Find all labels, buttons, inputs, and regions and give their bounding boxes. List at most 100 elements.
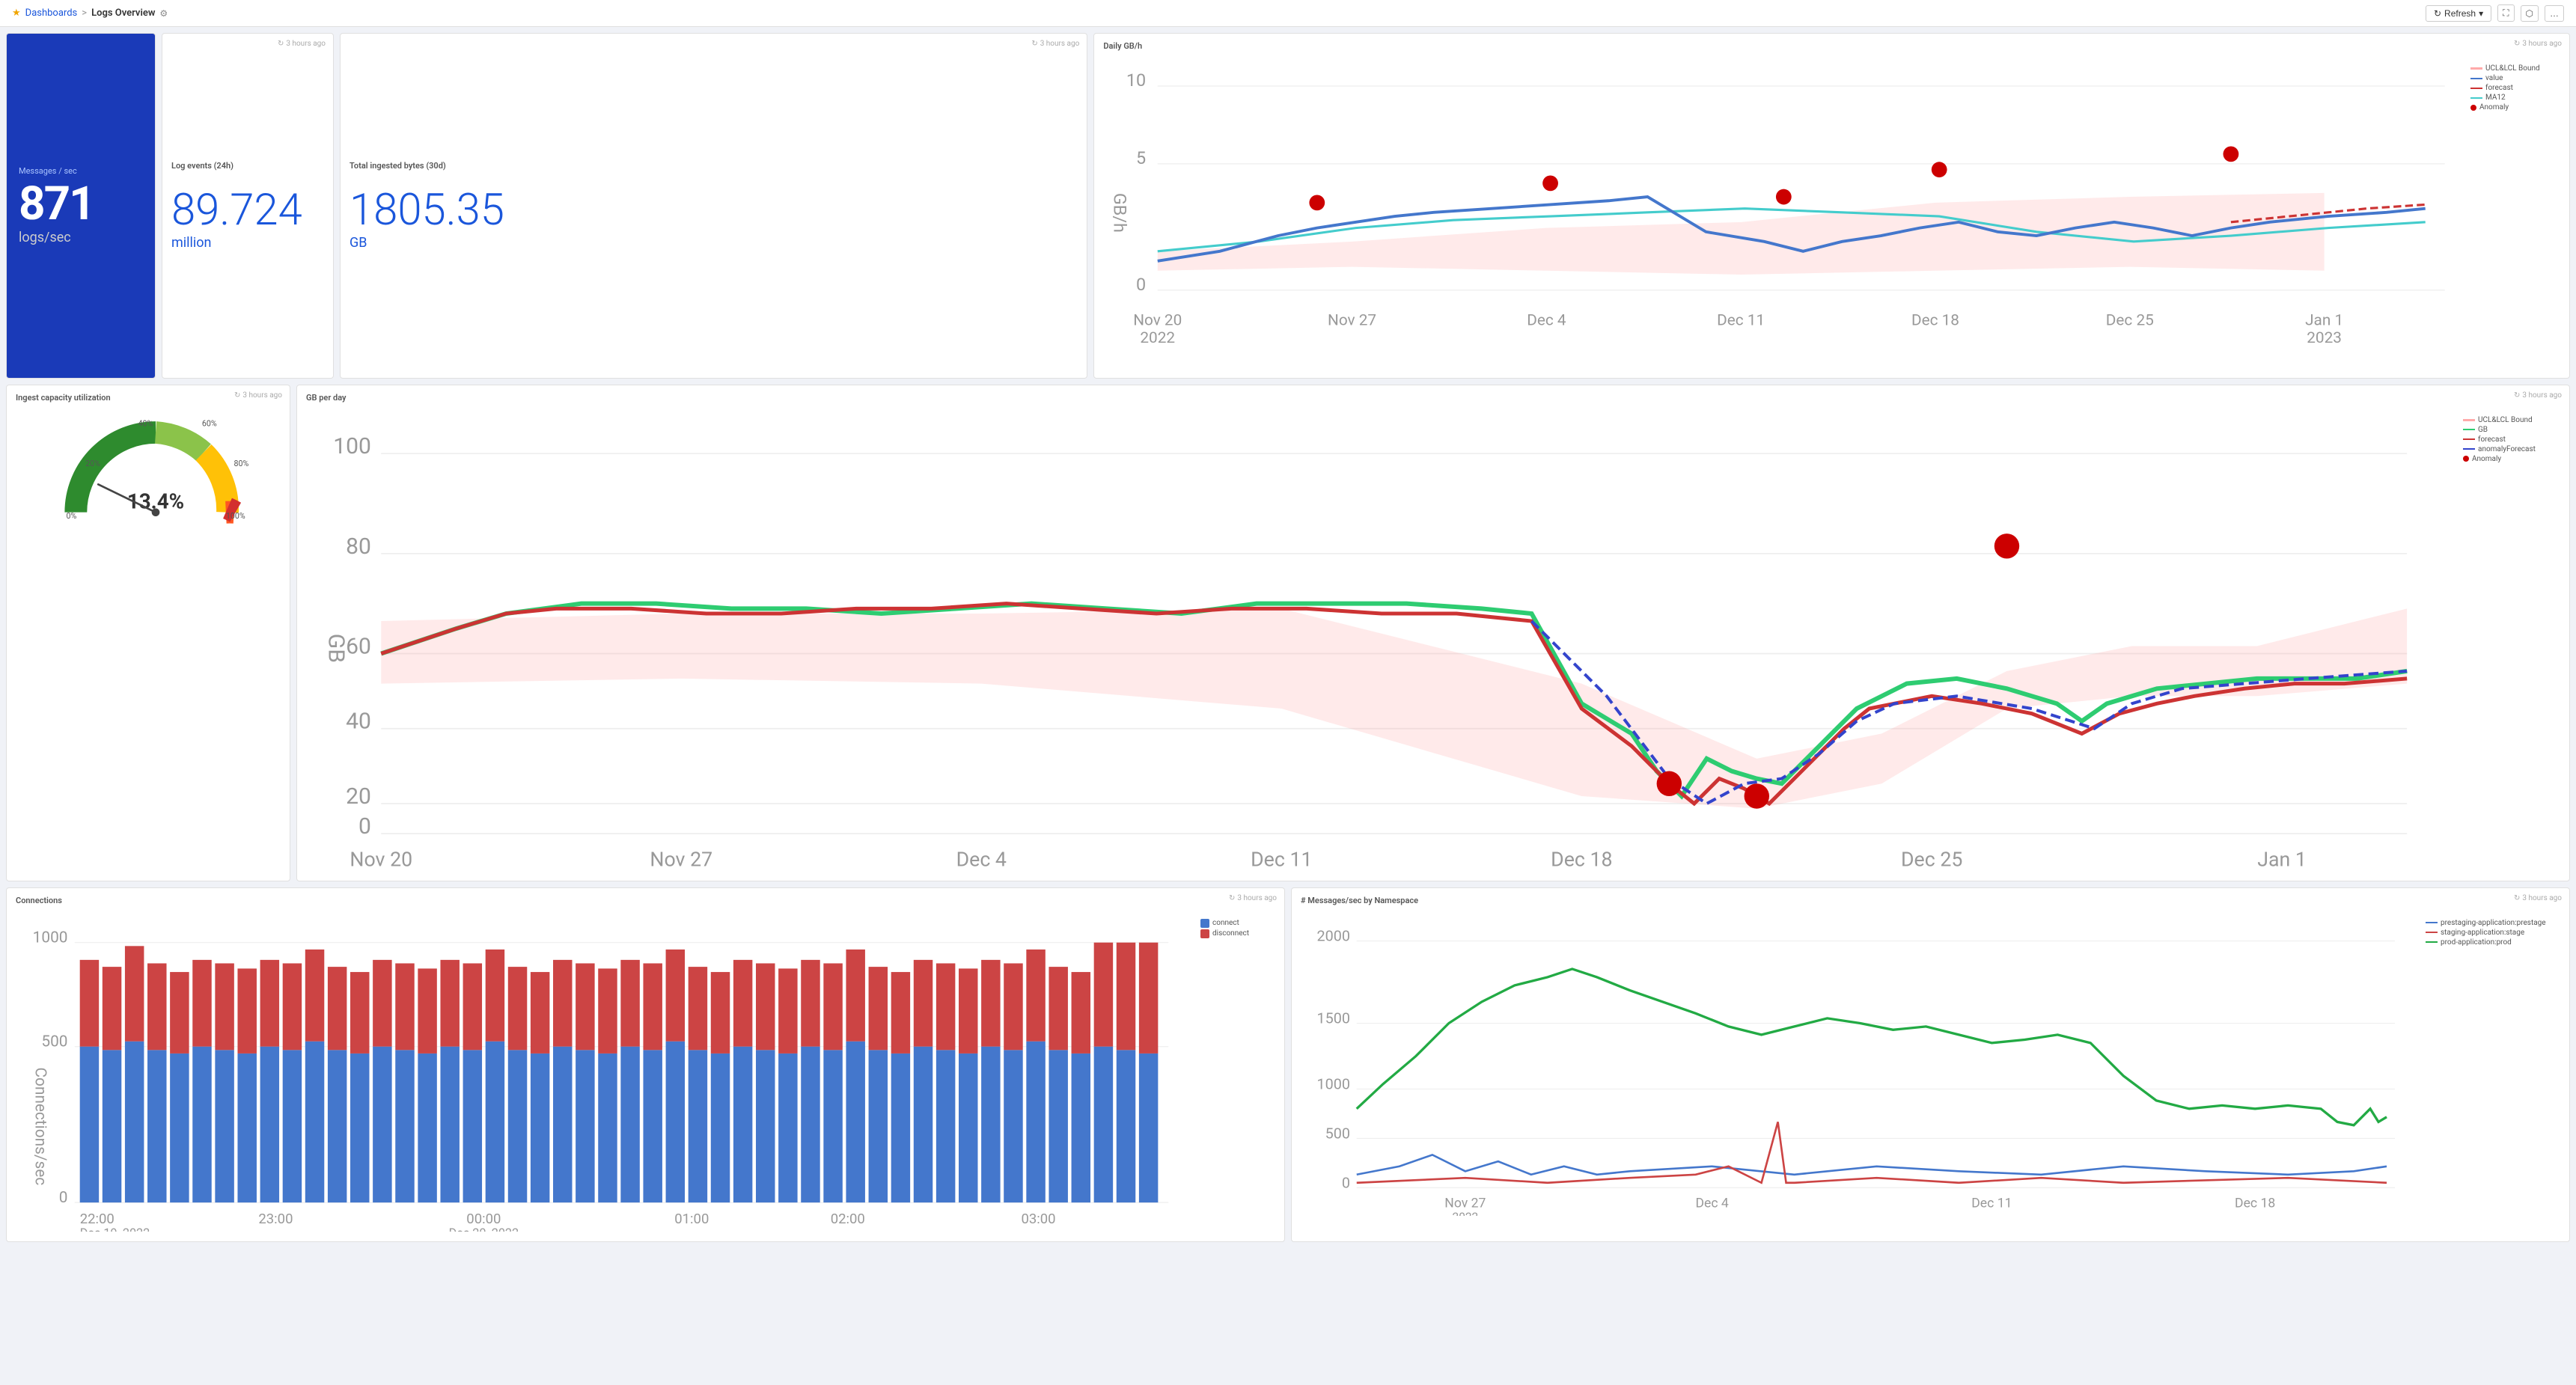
svg-text:Dec 11: Dec 11 [1251, 847, 1312, 871]
messages-by-ns-legend: prestaging-application:prestage staging-… [2426, 919, 2560, 947]
svg-text:Jan 1: Jan 1 [2257, 847, 2307, 871]
legend-stage: staging-application:stage [2426, 929, 2560, 937]
svg-text:01:00: 01:00 [674, 1211, 709, 1227]
legend-gb: GB [2463, 426, 2560, 434]
breadcrumb: ★ Dashboards > Logs Overview ⚙ [12, 7, 168, 19]
svg-text:2000: 2000 [1317, 927, 1350, 944]
daily-gbh-chart: 10 5 0 GB/h [1103, 57, 2464, 368]
row-1: Messages / sec 871 logs/sec Log events (… [6, 33, 2570, 379]
svg-text:20%: 20% [85, 458, 100, 468]
breadcrumb-sep: > [82, 7, 87, 19]
svg-text:Nov 27: Nov 27 [1444, 1196, 1486, 1211]
legend-connect: connect [1200, 919, 1275, 928]
connections-panel: Connections ↻3 hours ago 1000 500 0 Conn… [6, 887, 1285, 1242]
legend-value: value [2470, 74, 2560, 82]
star-icon: ★ [12, 7, 21, 19]
log-events-time: ↻3 hours ago [278, 40, 326, 48]
total-ingested-panel: Total ingested bytes (30d) ↻3 hours ago … [340, 33, 1087, 379]
svg-text:1000: 1000 [1317, 1075, 1350, 1092]
svg-text:Nov 20: Nov 20 [350, 847, 412, 871]
svg-text:02:00: 02:00 [831, 1211, 865, 1227]
refresh-button[interactable]: ↻ Refresh ▾ [2426, 5, 2491, 22]
svg-text:40: 40 [346, 708, 371, 734]
legend-anomaly: Anomaly [2470, 103, 2560, 111]
svg-text:Nov 27: Nov 27 [650, 847, 712, 871]
svg-text:500: 500 [1325, 1125, 1350, 1142]
messages-per-sec-value: 871 [19, 179, 94, 230]
daily-gbh-panel: Daily GB/h ↻3 hours ago 10 5 0 GB/h [1093, 33, 2570, 379]
total-ingested-unit: GB [350, 235, 1078, 251]
svg-text:5: 5 [1136, 147, 1146, 168]
svg-text:500: 500 [41, 1033, 67, 1051]
log-events-panel: Log events (24h) ↻3 hours ago 89.724 mil… [162, 33, 334, 379]
svg-text:Dec 25: Dec 25 [2106, 312, 2154, 330]
legend-ucl-gb: UCL&LCL Bound [2463, 416, 2560, 424]
svg-text:10: 10 [1126, 70, 1146, 91]
dropdown-icon: ▾ [2479, 8, 2483, 19]
svg-text:Dec 18: Dec 18 [1551, 847, 1612, 871]
gb-per-day-legend: UCL&LCL Bound GB forecast anomalyForecas… [2463, 416, 2560, 463]
total-ingested-time: ↻3 hours ago [1031, 40, 1079, 48]
gb-per-day-title: GB per day [306, 393, 2560, 403]
breadcrumb-dashboards[interactable]: Dashboards [25, 7, 78, 19]
svg-text:80%: 80% [234, 458, 249, 468]
svg-text:Dec 20, 2022: Dec 20, 2022 [449, 1226, 519, 1232]
legend-ucl: UCL&LCL Bound [2470, 64, 2560, 73]
messages-by-ns-title: # Messages/sec by Namespace [1301, 896, 2560, 905]
legend-forecast-gb: forecast [2463, 435, 2560, 444]
expand-button[interactable]: ⛶ [2497, 4, 2514, 22]
share-button[interactable]: ⬡ [2521, 5, 2539, 22]
gauge-wrap: 0% 20% 40% 60% 80% 100% 13.4% [51, 409, 245, 521]
messages-per-sec-title: Messages / sec [19, 166, 77, 176]
log-events-unit: million [171, 235, 324, 251]
svg-text:Jan 1: Jan 1 [2305, 312, 2343, 330]
messages-by-ns-panel: # Messages/sec by Namespace ↻3 hours ago… [1291, 887, 2570, 1242]
refresh-icon: ↻ [2434, 8, 2441, 19]
svg-text:Dec 4: Dec 4 [1695, 1196, 1728, 1211]
svg-text:22:00: 22:00 [80, 1211, 115, 1227]
svg-text:20: 20 [346, 783, 371, 810]
svg-text:Nov 20: Nov 20 [1134, 312, 1182, 330]
svg-text:60%: 60% [202, 418, 217, 428]
svg-text:03:00: 03:00 [1021, 1211, 1055, 1227]
svg-text:Dec 18: Dec 18 [1911, 312, 1959, 330]
svg-text:Connections/sec: Connections/sec [31, 1067, 49, 1185]
svg-text:0%: 0% [67, 511, 77, 521]
svg-text:Dec 11: Dec 11 [1971, 1196, 2012, 1211]
svg-text:Dec 18: Dec 18 [2235, 1196, 2275, 1211]
total-ingested-title: Total ingested bytes (30d) [350, 161, 1078, 171]
legend-anomaly-forecast: anomalyForecast [2463, 445, 2560, 453]
legend-forecast: forecast [2470, 84, 2560, 92]
svg-text:0: 0 [358, 813, 371, 840]
svg-text:Dec 4: Dec 4 [956, 847, 1007, 871]
more-button[interactable]: … [2545, 5, 2564, 22]
header: ★ Dashboards > Logs Overview ⚙ ↻ Refresh… [0, 0, 2576, 27]
svg-text:0: 0 [59, 1189, 68, 1207]
row-3: Connections ↻3 hours ago 1000 500 0 Conn… [6, 887, 2570, 1242]
dashboard: Messages / sec 871 logs/sec Log events (… [0, 27, 2576, 1248]
legend-prestage: prestaging-application:prestage [2426, 919, 2560, 927]
svg-text:Dec 11: Dec 11 [1717, 312, 1765, 330]
log-events-title: Log events (24h) [171, 161, 324, 171]
messages-by-ns-time: ↻3 hours ago [2514, 894, 2562, 902]
legend-ma12: MA12 [2470, 94, 2560, 102]
connections-title: Connections [16, 896, 1275, 905]
gb-per-day-chart: 100 80 60 40 20 0 GB [306, 409, 2457, 871]
ingest-util-panel: Ingest capacity utilization ↻3 hours ago [6, 385, 290, 881]
svg-text:GB: GB [323, 633, 350, 662]
legend-anomaly-gb: Anomaly [2463, 455, 2560, 463]
svg-text:80: 80 [346, 533, 371, 560]
svg-text:Dec 19, 2022: Dec 19, 2022 [80, 1226, 150, 1232]
svg-text:2023: 2023 [2307, 329, 2342, 347]
svg-text:Dec 4: Dec 4 [1527, 312, 1567, 330]
refresh-label: Refresh [2444, 8, 2476, 19]
breadcrumb-current: Logs Overview [91, 7, 155, 19]
svg-text:0: 0 [1136, 274, 1146, 295]
connections-time: ↻3 hours ago [1229, 894, 1277, 902]
ingest-util-time: ↻3 hours ago [234, 391, 282, 400]
daily-gbh-time: ↻3 hours ago [2514, 40, 2562, 48]
messages-per-sec-unit: logs/sec [19, 230, 71, 245]
legend-disconnect: disconnect [1200, 929, 1275, 938]
gear-icon[interactable]: ⚙ [159, 8, 168, 19]
connections-chart: 1000 500 0 Connections/sec [16, 911, 1194, 1232]
